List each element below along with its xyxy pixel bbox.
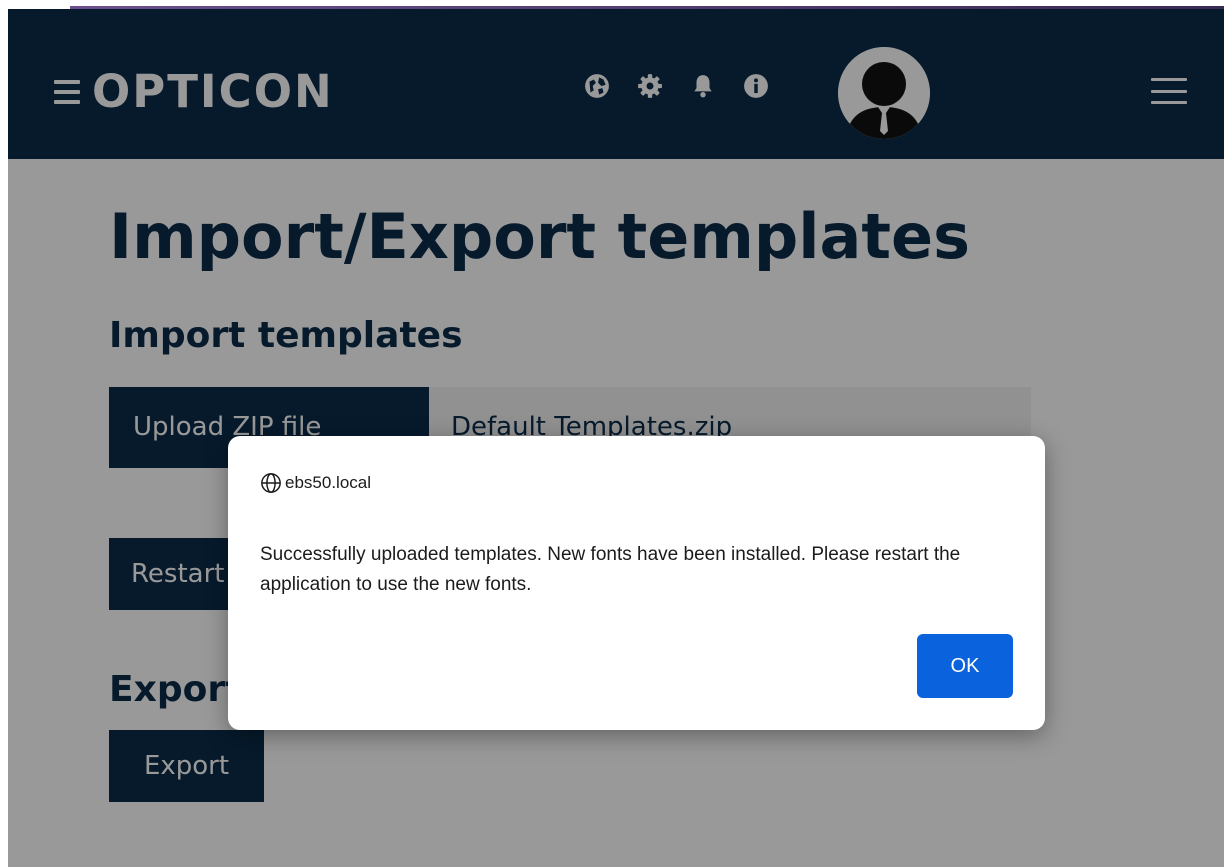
dialog-origin: ebs50.local: [260, 472, 371, 494]
dialog-message: Successfully uploaded templates. New fon…: [260, 544, 961, 595]
alert-dialog: ebs50.local Successfully uploaded templa…: [228, 436, 1045, 730]
window-left-edge: [0, 0, 8, 867]
globe-outline-icon: [260, 472, 282, 494]
dialog-origin-host: ebs50.local: [285, 473, 372, 492]
ok-button[interactable]: OK: [917, 634, 1013, 698]
